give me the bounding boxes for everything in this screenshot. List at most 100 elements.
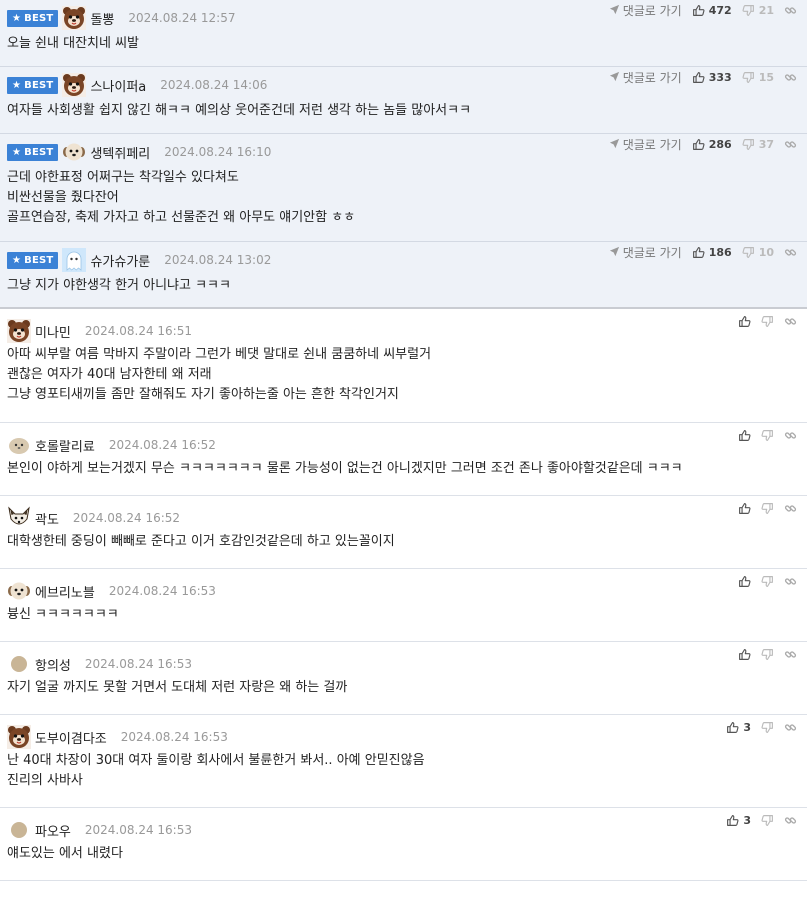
- puppy-icon[interactable]: [62, 140, 86, 164]
- nickname[interactable]: 스나이퍼a: [90, 76, 146, 95]
- dislike-button[interactable]: 10: [742, 246, 774, 259]
- dislike-button[interactable]: 15: [742, 71, 774, 84]
- dislike-button[interactable]: [761, 814, 774, 827]
- best-badge: ★ BEST: [7, 143, 59, 161]
- timestamp: 2024.08.24 14:06: [160, 78, 268, 92]
- comment-header: 호롤랄리료 2024.08.24 16:52: [0, 435, 807, 455]
- bear-icon[interactable]: [7, 725, 31, 749]
- comment-header: 도부이겸다조 2024.08.24 16:53: [0, 725, 807, 749]
- timestamp: 2024.08.24 12:57: [128, 11, 236, 25]
- comment-item: 미나민 2024.08.24 16:51 아따 씨부랄 여름 막바지 주말이라 그런…: [0, 309, 807, 423]
- thumbs-down-icon: [742, 246, 755, 259]
- thumbs-down-icon: [742, 138, 755, 151]
- copy-link-button[interactable]: [784, 721, 797, 734]
- dislike-button[interactable]: 21: [742, 4, 774, 17]
- timestamp: 2024.08.24 16:53: [108, 584, 216, 598]
- blob-icon[interactable]: [7, 433, 31, 457]
- like-button[interactable]: [738, 502, 751, 515]
- go-to-reply-link[interactable]: 댓글로 가기: [609, 244, 682, 261]
- send-arrow-icon: [609, 246, 620, 260]
- nickname[interactable]: 도부이겸다조: [35, 728, 107, 747]
- nickname[interactable]: 에브리노블: [35, 582, 95, 601]
- nickname[interactable]: 생텍쥐페리: [90, 143, 150, 162]
- comment-item: 항의성 2024.08.24 16:53 자기 얼굴 까지도 못할 거면서 도대체 …: [0, 642, 807, 715]
- timestamp: 2024.08.24 16:53: [84, 657, 192, 671]
- comment-actions: [728, 502, 797, 515]
- link-icon: [784, 315, 797, 328]
- nickname[interactable]: 파오우: [35, 821, 71, 840]
- nickname[interactable]: 곽도: [35, 509, 59, 528]
- like-button[interactable]: [738, 575, 751, 588]
- like-button[interactable]: 472: [692, 4, 732, 17]
- circle-icon[interactable]: [7, 652, 31, 676]
- best-comment: ★ BEST 돌뽕 2024.08.24 12:57 댓글로 가기 472 21 오늘 쉰내 …: [0, 0, 807, 67]
- copy-link-button[interactable]: [784, 71, 797, 84]
- star-icon: ★: [12, 79, 22, 91]
- nickname[interactable]: 호롤랄리료: [35, 436, 95, 455]
- dislike-count: 10: [758, 246, 774, 259]
- dislike-button[interactable]: [761, 575, 774, 588]
- best-comment: ★ BEST 슈가슈가룬 2024.08.24 13:02 댓글로 가기 186 10 그냥 …: [0, 242, 807, 309]
- copy-link-button[interactable]: [784, 246, 797, 259]
- go-to-reply-link[interactable]: 댓글로 가기: [609, 2, 682, 19]
- best-badge-label: BEST: [24, 146, 54, 158]
- comment-item: 도부이겸다조 2024.08.24 16:53 3 난 40대 차장이 30대 여자 …: [0, 715, 807, 808]
- like-button[interactable]: 3: [726, 814, 751, 827]
- go-to-reply-link[interactable]: 댓글로 가기: [609, 69, 682, 86]
- dislike-button[interactable]: [761, 315, 774, 328]
- best-badge: ★ BEST: [7, 251, 59, 269]
- copy-link-button[interactable]: [784, 814, 797, 827]
- like-count: 3: [743, 814, 751, 827]
- comment-text-line: 대학생한테 중딩이 빼빼로 준다고 이거 호감인것같은데 하고 있는꼴이지: [7, 534, 395, 549]
- like-button[interactable]: [738, 648, 751, 661]
- bear-icon[interactable]: [62, 73, 87, 97]
- comment-text-line: 근데 야한표정 어쩌구는 착각일수 있다쳐도: [7, 170, 239, 185]
- comment-actions: 댓글로 가기 286 37: [609, 136, 797, 153]
- comment-actions: 댓글로 가기 472 21: [609, 2, 797, 19]
- circle-icon[interactable]: [7, 818, 31, 842]
- puppy-icon[interactable]: [7, 579, 31, 603]
- like-button[interactable]: 3: [726, 721, 751, 734]
- copy-link-button[interactable]: [784, 502, 797, 515]
- go-to-reply-label: 댓글로 가기: [622, 138, 682, 152]
- thumbs-up-icon: [738, 575, 751, 588]
- go-to-reply-link[interactable]: 댓글로 가기: [609, 136, 682, 153]
- comment-header: 곽도 2024.08.24 16:52: [0, 506, 807, 530]
- dislike-button[interactable]: [761, 648, 774, 661]
- timestamp: 2024.08.24 16:52: [72, 511, 181, 525]
- dislike-button[interactable]: [761, 502, 774, 515]
- bear-icon[interactable]: [7, 319, 31, 343]
- like-button[interactable]: [738, 315, 751, 328]
- like-button[interactable]: [738, 429, 751, 442]
- nickname[interactable]: 미나민: [35, 322, 71, 341]
- like-button[interactable]: 333: [692, 71, 732, 84]
- ghost-icon[interactable]: [62, 248, 87, 272]
- thumbs-up-icon: [738, 429, 751, 442]
- copy-link-button[interactable]: [784, 315, 797, 328]
- comment-text: 난 40대 차장이 30대 여자 둘이랑 회사에서 불륜한거 봐서.. 아예 안…: [0, 751, 807, 791]
- timestamp: 2024.08.24 16:10: [164, 145, 272, 159]
- copy-link-button[interactable]: [784, 648, 797, 661]
- nickname[interactable]: 항의성: [35, 655, 71, 674]
- copy-link-button[interactable]: [784, 429, 797, 442]
- copy-link-button[interactable]: [784, 138, 797, 151]
- like-button[interactable]: 186: [692, 246, 732, 259]
- nickname[interactable]: 돌뽕: [90, 9, 114, 28]
- dislike-button[interactable]: [761, 429, 774, 442]
- send-arrow-icon: [609, 4, 620, 18]
- dislike-button[interactable]: [761, 721, 774, 734]
- comment-text-line: 얘도있는 에서 내렸다: [7, 846, 123, 861]
- copy-link-button[interactable]: [784, 4, 797, 17]
- like-count: 3: [743, 721, 751, 734]
- dislike-button[interactable]: 37: [742, 138, 774, 151]
- star-icon: ★: [12, 254, 22, 266]
- thumbs-up-icon: [692, 138, 705, 151]
- copy-link-button[interactable]: [784, 575, 797, 588]
- like-button[interactable]: 286: [692, 138, 732, 151]
- nickname[interactable]: 슈가슈가룬: [90, 251, 150, 270]
- fox-icon[interactable]: [7, 506, 31, 530]
- bear-icon[interactable]: [62, 6, 87, 30]
- comment-text-line: 여자들 사회생활 쉽지 않긴 해ㅋㅋ 예의상 웃어준건데 저런 생각 하는 놈들…: [7, 103, 472, 118]
- comment-text-line: 아따 씨부랄 여름 막바지 주말이라 그런가 베댓 말대로 쉰내 쿰쿰하네 씨부…: [7, 347, 432, 362]
- comment-text-line: 본인이 야하게 보는거겠지 무슨 ㅋㅋㅋㅋㅋㅋㅋ 물론 가능성이 없는건 아니겠…: [7, 461, 683, 476]
